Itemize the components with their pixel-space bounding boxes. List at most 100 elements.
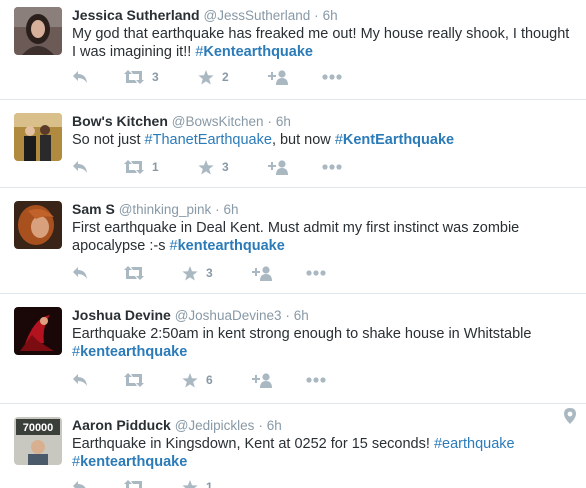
reply-icon (73, 481, 86, 488)
favorite-button[interactable]: 3 (182, 264, 213, 282)
avatar[interactable] (14, 7, 62, 55)
follow-icon (268, 159, 288, 175)
retweet-button[interactable]: 3 (124, 68, 159, 86)
user-handle[interactable]: @BowsKitchen (172, 114, 264, 129)
tweet-text-part: Earthquake 2:50am in kent strong enough … (72, 326, 532, 342)
follow-icon (252, 372, 272, 388)
reply-button[interactable] (72, 264, 88, 282)
tweet-text-part: First earthquake in Deal Kent. Must admi… (72, 220, 520, 254)
timestamp[interactable]: 6h (294, 308, 309, 323)
retweet-button[interactable] (124, 478, 152, 488)
favorite-count: 3 (206, 266, 213, 280)
retweet-icon (124, 266, 144, 280)
avatar[interactable] (14, 113, 62, 161)
timestamp[interactable]: 6h (224, 202, 239, 217)
tweet[interactable]: 70000 Aaron Pidduck @Jedipickles · 6h Ea… (0, 404, 586, 488)
retweet-icon (124, 70, 144, 84)
tweet-header: Jessica Sutherland @JessSutherland · 6h (72, 5, 576, 25)
separator-dot: · (285, 308, 290, 323)
more-button[interactable] (322, 158, 342, 176)
follow-icon (252, 265, 272, 281)
retweet-button[interactable] (124, 371, 152, 389)
favorite-button[interactable]: 3 (198, 158, 229, 176)
retweet-button[interactable]: 1 (124, 158, 159, 176)
more-button[interactable] (306, 371, 326, 389)
tweet-header: Aaron Pidduck @Jedipickles · 6h (72, 415, 576, 435)
star-icon (182, 372, 198, 387)
retweet-icon (124, 480, 142, 488)
reply-button[interactable] (72, 478, 88, 488)
user-handle[interactable]: @JessSutherland (204, 8, 311, 23)
timestamp[interactable]: 6h (267, 418, 282, 433)
hashtag-symbol: # (144, 132, 153, 148)
user-name[interactable]: Sam S (72, 201, 115, 217)
more-button[interactable] (306, 264, 326, 282)
user-name[interactable]: Bow's Kitchen (72, 113, 168, 129)
hashtag-symbol: # (433, 436, 443, 452)
separator-dot: · (215, 202, 220, 217)
hashtag-label: earthquake (442, 436, 515, 452)
star-icon (182, 265, 198, 280)
favorite-count: 3 (222, 160, 229, 174)
tweet[interactable]: Bow's Kitchen @BowsKitchen · 6h So not j… (0, 100, 586, 188)
reply-button[interactable] (72, 371, 88, 389)
separator-dot: · (314, 8, 319, 23)
favorite-count: 6 (206, 373, 213, 387)
separator-dot: · (267, 114, 272, 129)
reply-button[interactable] (72, 68, 88, 86)
reply-button[interactable] (72, 158, 88, 176)
follow-button[interactable] (252, 264, 272, 282)
follow-button[interactable] (252, 371, 272, 389)
more-icon (306, 377, 326, 383)
follow-button[interactable] (268, 68, 288, 86)
more-button[interactable] (322, 68, 342, 86)
tweet-text-part: Earthquake in Kingsdown, Kent at 0252 fo… (72, 436, 434, 452)
hashtag-link[interactable]: #earthquake (434, 436, 515, 452)
favorite-button[interactable]: 1 (182, 478, 213, 488)
user-name[interactable]: Jessica Sutherland (72, 7, 200, 23)
retweet-button[interactable] (124, 264, 152, 282)
user-name[interactable]: Joshua Devine (72, 307, 171, 323)
star-icon (182, 479, 198, 488)
tweet-text: Earthquake 2:50am in kent strong enough … (72, 325, 576, 361)
tweet[interactable]: Jessica Sutherland @JessSutherland · 6h … (0, 0, 586, 100)
favorite-count: 2 (222, 70, 229, 84)
user-handle[interactable]: @Jedipickles (175, 418, 255, 433)
avatar[interactable]: 70000 (14, 417, 62, 465)
star-icon (198, 69, 214, 84)
hashtag-symbol: # (72, 344, 81, 360)
hashtag-label: kentearthquake (80, 344, 188, 360)
tweet-text-part: So not just (72, 132, 145, 148)
more-icon (322, 164, 342, 170)
follow-button[interactable] (268, 158, 288, 176)
reply-icon (73, 374, 87, 386)
user-handle[interactable]: @JoshuaDevine3 (175, 308, 282, 323)
tweet-text-part: , but now (271, 132, 335, 148)
user-name[interactable]: Aaron Pidduck (72, 417, 171, 433)
hashtag-link[interactable]: #kentearthquake (72, 454, 187, 470)
favorite-button[interactable]: 2 (198, 68, 229, 86)
tweet[interactable]: Joshua Devine @JoshuaDevine3 · 6h Earthq… (0, 294, 586, 404)
timestamp[interactable]: 6h (323, 8, 338, 23)
user-handle[interactable]: @thinking_pink (119, 202, 212, 217)
hashtag-label: ThanetEarthquake (152, 132, 272, 148)
hashtag-label: kentearthquake (177, 238, 285, 254)
hashtag-link[interactable]: #Kentearthquake (195, 44, 313, 60)
hashtag-label: KentEarthquake (342, 132, 455, 148)
retweet-count: 3 (152, 70, 159, 84)
hashtag-link[interactable]: #KentEarthquake (335, 132, 454, 148)
hashtag-label: kentearthquake (80, 454, 188, 470)
location-button[interactable] (564, 408, 576, 429)
avatar[interactable] (14, 201, 62, 249)
tweet[interactable]: Sam S @thinking_pink · 6h First earthqua… (0, 188, 586, 294)
favorite-button[interactable]: 6 (182, 371, 213, 389)
tweet-text-part: My god that earthquake has freaked me ou… (72, 26, 570, 60)
hashtag-link[interactable]: #kentearthquake (170, 238, 285, 254)
reply-icon (73, 267, 87, 279)
follow-icon (268, 69, 288, 85)
timestamp[interactable]: 6h (276, 114, 291, 129)
separator-dot: · (258, 418, 263, 433)
hashtag-link[interactable]: #kentearthquake (72, 344, 187, 360)
hashtag-link[interactable]: #ThanetEarthquake (145, 132, 272, 148)
avatar[interactable] (14, 307, 62, 355)
